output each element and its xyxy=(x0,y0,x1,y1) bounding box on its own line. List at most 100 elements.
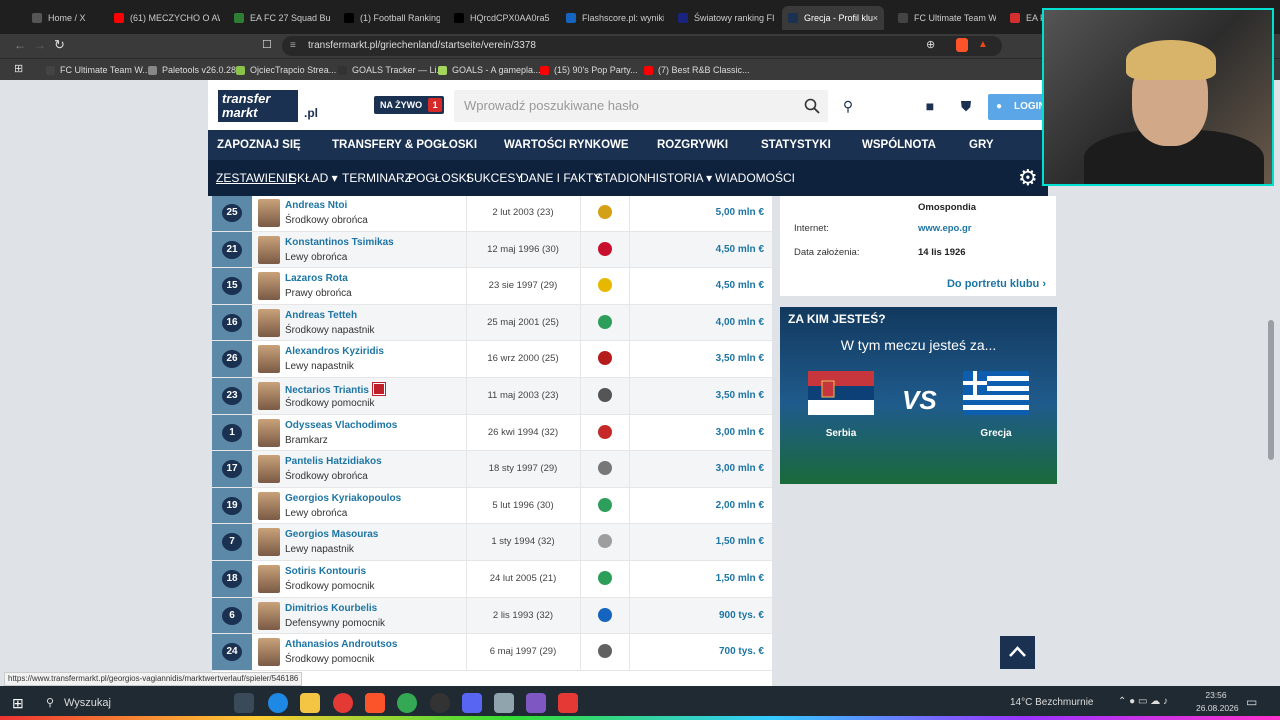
player-name-link[interactable]: Konstantinos Tsimikas xyxy=(285,237,394,248)
player-name-link[interactable]: Andreas Tetteh xyxy=(285,310,357,321)
club-crest-icon[interactable] xyxy=(598,461,612,476)
watchlist-icon[interactable]: ■ xyxy=(920,96,940,116)
serbia-flag-button[interactable] xyxy=(808,371,874,415)
browser-tab[interactable]: (61) MECZYCHO O AWA xyxy=(108,6,220,30)
market-value-link[interactable]: 700 tys. € xyxy=(632,646,764,657)
main-nav-item[interactable]: ZAPOZNAJ SIĘ xyxy=(217,130,301,160)
shield-icon[interactable]: ⛊ xyxy=(956,96,976,116)
user-search-icon[interactable]: ⚲ xyxy=(838,96,858,116)
player-photo[interactable] xyxy=(258,199,280,227)
taskbar-search[interactable]: ⚲ Wyszukaj xyxy=(40,690,111,716)
club-crest-icon[interactable] xyxy=(598,497,612,512)
club-crest-icon[interactable] xyxy=(598,534,612,549)
market-value-link[interactable]: 3,50 mln € xyxy=(632,390,764,401)
club-crest-icon[interactable] xyxy=(598,607,612,622)
main-nav-item[interactable]: GRY xyxy=(969,130,994,160)
weather-widget[interactable]: 14°C Bezchmurnie xyxy=(1010,686,1093,720)
market-value-link[interactable]: 1,50 mln € xyxy=(632,573,764,584)
player-photo[interactable] xyxy=(258,345,280,374)
search-input[interactable]: Wprowadź poszukiwane hasło xyxy=(454,90,828,122)
main-nav-item[interactable]: TRANSFERY & POGŁOSKI xyxy=(332,130,477,160)
apps-icon[interactable]: ⊞ xyxy=(14,62,23,75)
club-nav-item[interactable]: STADION xyxy=(595,160,647,196)
club-nav-item[interactable]: WIADOMOŚCI xyxy=(715,160,795,196)
bookmark-icon[interactable]: ☐ xyxy=(262,38,272,51)
market-value-link[interactable]: 900 tys. € xyxy=(632,610,764,621)
browser-tab[interactable]: HQrcdCPX0AA0ra5 (2 xyxy=(448,6,550,30)
search-icon[interactable] xyxy=(804,98,820,114)
player-photo[interactable] xyxy=(258,455,280,484)
transfermarkt-logo[interactable]: transfer markt xyxy=(218,90,298,122)
notifications-icon[interactable]: ▭ xyxy=(1246,695,1257,709)
market-value-link[interactable]: 4,00 mln € xyxy=(632,317,764,328)
player-photo[interactable] xyxy=(258,272,280,301)
close-tab-icon[interactable]: × xyxy=(873,6,878,30)
greece-flag-button[interactable] xyxy=(963,371,1029,415)
market-value-link[interactable]: 4,50 mln € xyxy=(632,244,764,255)
player-name-link[interactable]: Athanasios Androutsos xyxy=(285,639,397,650)
player-name-link[interactable]: Pantelis Hatzidiakos xyxy=(285,456,382,467)
player-name-link[interactable]: Dimitrios Kourbelis xyxy=(285,603,377,614)
chrome-icon[interactable] xyxy=(397,693,417,713)
login-button[interactable]: ● LOGIN xyxy=(988,94,1048,120)
rewards-icon[interactable]: ▲ xyxy=(978,39,988,50)
club-nav-item[interactable]: TERMINARZ xyxy=(342,160,412,196)
settings-gear-icon[interactable]: ⚙ xyxy=(1018,166,1042,190)
clock[interactable]: 23:56 26.08.2026 xyxy=(1196,689,1239,715)
bookmark-item[interactable]: Paletools v26.0.28 xyxy=(148,62,236,78)
edge-icon[interactable] xyxy=(268,693,288,713)
player-photo[interactable] xyxy=(258,638,280,667)
player-name-link[interactable]: Andreas Ntoi xyxy=(285,200,347,211)
market-value-link[interactable]: 1,50 mln € xyxy=(632,536,764,547)
forward-icon[interactable]: → xyxy=(34,38,46,52)
bookmark-item[interactable]: GOALS - A gamepla... xyxy=(438,62,541,78)
scroll-to-top-button[interactable] xyxy=(1000,636,1035,669)
brave-shield-icon[interactable] xyxy=(956,38,968,52)
browser-tab[interactable]: Home / X xyxy=(26,6,102,30)
browser-tab[interactable]: EA F xyxy=(1004,6,1044,30)
club-crest-icon[interactable] xyxy=(598,205,612,219)
browser-tab[interactable]: EA FC 27 Squad Builde xyxy=(228,6,330,30)
website-link[interactable]: www.epo.gr xyxy=(918,223,971,234)
player-name-link[interactable]: Nectarios Triantis xyxy=(285,382,386,396)
club-nav-item[interactable]: SKŁAD ▾ xyxy=(289,160,338,196)
bookmark-item[interactable]: (7) Best R&B Classic... xyxy=(644,62,750,78)
player-photo[interactable] xyxy=(258,491,280,520)
task-view-icon[interactable] xyxy=(234,693,254,713)
browser-tab[interactable]: Światowy ranking FIFA xyxy=(672,6,774,30)
browser-tab[interactable]: Flashscore.pl: wyniki p xyxy=(560,6,664,30)
club-nav-item[interactable]: SUKCESY xyxy=(466,160,523,196)
player-photo[interactable] xyxy=(258,565,280,593)
club-crest-icon[interactable] xyxy=(598,314,612,329)
page-scrollbar[interactable] xyxy=(1268,320,1274,460)
reload-icon[interactable]: ↻ xyxy=(54,37,65,53)
brave-icon[interactable] xyxy=(365,693,385,713)
club-crest-icon[interactable] xyxy=(598,424,612,439)
player-name-link[interactable]: Odysseas Vlachodimos xyxy=(285,420,397,431)
club-crest-icon[interactable] xyxy=(598,278,612,293)
app-icon-red[interactable] xyxy=(333,693,353,713)
player-name-link[interactable]: Georgios Masouras xyxy=(285,529,378,540)
bookmark-item[interactable]: (15) 90's Pop Party... xyxy=(540,62,638,78)
club-crest-icon[interactable] xyxy=(598,644,612,659)
app-icon-grey[interactable] xyxy=(494,693,514,713)
player-name-link[interactable]: Alexandros Kyziridis xyxy=(285,346,384,357)
browser-tab[interactable]: (1) Football Rankings xyxy=(338,6,440,30)
club-nav-item[interactable]: DANE I FAKTY xyxy=(520,160,601,196)
browser-tab[interactable]: Grecja - Profil klu × xyxy=(782,6,884,30)
xbox-icon[interactable] xyxy=(430,693,450,713)
club-crest-icon[interactable] xyxy=(598,241,612,256)
player-name-link[interactable]: Georgios Kyriakopoulos xyxy=(285,493,401,504)
file-explorer-icon[interactable] xyxy=(300,693,320,713)
player-name-link[interactable]: Sotiris Kontouris xyxy=(285,566,366,577)
bookmark-item[interactable]: FC Ultimate Team W... xyxy=(46,62,150,78)
market-value-link[interactable]: 5,00 mln € xyxy=(632,207,764,218)
back-icon[interactable]: ← xyxy=(14,38,26,52)
main-nav-item[interactable]: WSPÓLNOTA xyxy=(862,130,936,160)
bookmark-item[interactable]: GOALS Tracker — Li... xyxy=(338,62,444,78)
app-icon-red-2[interactable] xyxy=(558,693,578,713)
market-value-link[interactable]: 3,50 mln € xyxy=(632,353,764,364)
club-crest-icon[interactable] xyxy=(598,571,612,585)
live-button[interactable]: NA ŻYWO 1 xyxy=(374,96,445,114)
player-name-link[interactable]: Lazaros Rota xyxy=(285,273,348,284)
